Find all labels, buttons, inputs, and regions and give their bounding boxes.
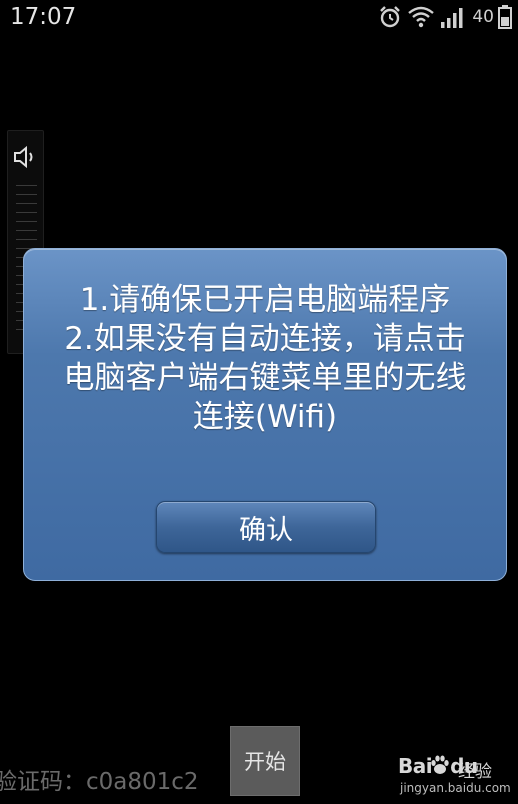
status-icons: 40 bbox=[378, 4, 512, 30]
wifi-icon bbox=[408, 6, 435, 28]
watermark-domain: jingyan.baidu.com bbox=[400, 781, 511, 795]
paw-icon bbox=[430, 754, 450, 780]
status-time: 17:07 bbox=[10, 4, 77, 30]
verification-code: 验证码：c0a801c2 bbox=[0, 769, 199, 795]
dialog-message: 1.请确保已开启电脑端程序 2.如果没有自动连接，请点击 电脑客户端右键菜单里的… bbox=[24, 281, 506, 437]
confirm-button[interactable]: 确认 bbox=[156, 501, 376, 553]
speaker-icon bbox=[13, 145, 39, 173]
start-button[interactable]: 开始 bbox=[230, 726, 300, 796]
alarm-icon bbox=[378, 5, 402, 29]
baidu-jingyan-watermark: Bai du 经验 jingyan.baidu.com bbox=[396, 752, 514, 800]
dialog-message-line: 连接(Wifi) bbox=[192, 399, 338, 435]
status-bar: 17:07 40 bbox=[0, 0, 518, 34]
watermark-product: 经验 bbox=[458, 762, 492, 782]
battery-icon bbox=[498, 5, 512, 29]
dialog-message-line: 1.请确保已开启电脑端程序 bbox=[79, 282, 451, 318]
battery-level: 40 bbox=[472, 7, 494, 27]
dialog-message-line: 电脑客户端右键菜单里的无线 bbox=[63, 360, 467, 396]
dialog-message-line: 2.如果没有自动连接，请点击 bbox=[64, 321, 466, 357]
signal-icon bbox=[440, 6, 466, 28]
alert-dialog: 1.请确保已开启电脑端程序 2.如果没有自动连接，请点击 电脑客户端右键菜单里的… bbox=[23, 248, 507, 581]
